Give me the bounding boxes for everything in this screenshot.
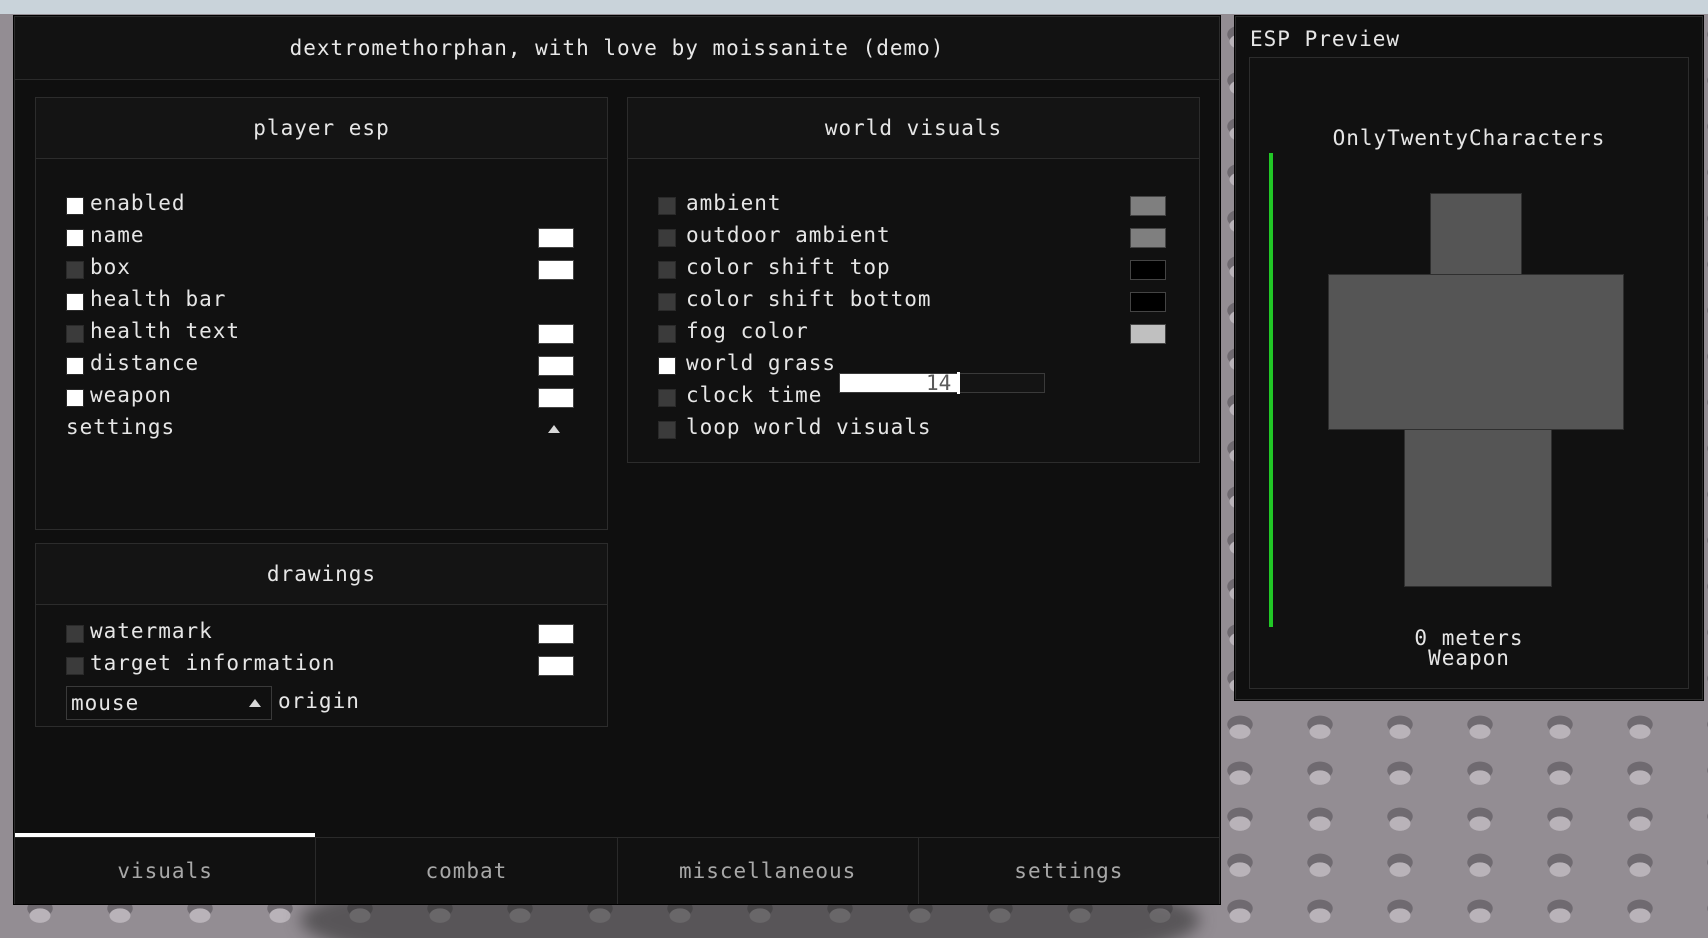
esp-preview-window[interactable]: ESP Preview OnlyTwentyCharacters 0 meter… <box>1235 16 1703 700</box>
target-information-color-swatch[interactable] <box>538 656 574 676</box>
watermark-checkbox[interactable] <box>66 625 84 643</box>
option-ambient[interactable]: ambient <box>628 190 1199 220</box>
option-label: box <box>90 255 131 279</box>
esp-preview-canvas: OnlyTwentyCharacters 0 meters Weapon <box>1249 57 1689 689</box>
esp-legs <box>1404 429 1552 587</box>
option-label: distance <box>90 351 200 375</box>
player-esp-panel: player esp enabled name box health bar h… <box>35 97 608 530</box>
origin-dropdown-value: mouse <box>71 691 140 715</box>
box-checkbox[interactable] <box>66 261 84 279</box>
clock-time-slider[interactable]: 14 <box>839 371 1045 395</box>
weapon-checkbox[interactable] <box>66 389 84 407</box>
tab-visuals[interactable]: visuals <box>15 833 317 904</box>
option-label: watermark <box>90 619 213 643</box>
sky <box>0 0 1708 14</box>
world-visuals-panel: world visuals ambient outdoor ambient co… <box>627 97 1200 463</box>
option-distance[interactable]: distance <box>36 350 607 380</box>
option-loop-world-visuals[interactable]: loop world visuals <box>628 414 1199 444</box>
option-name[interactable]: name <box>36 222 607 252</box>
option-fog-color[interactable]: fog color <box>628 318 1199 348</box>
tab-miscellaneous[interactable]: miscellaneous <box>618 838 919 904</box>
drawings-title: drawings <box>36 544 607 605</box>
option-label: ambient <box>686 191 782 215</box>
option-label: weapon <box>90 383 172 407</box>
name-checkbox[interactable] <box>66 229 84 247</box>
esp-health-bar <box>1269 153 1273 627</box>
name-color-swatch[interactable] <box>538 228 574 248</box>
tab-settings[interactable]: settings <box>919 838 1219 904</box>
option-label: color shift top <box>686 255 891 279</box>
option-label: health text <box>90 319 241 343</box>
option-health-text[interactable]: health text <box>36 318 607 348</box>
option-enabled[interactable]: enabled <box>36 190 607 220</box>
settings-label: settings <box>66 415 176 439</box>
esp-distance-text: 0 meters Weapon <box>1250 626 1688 670</box>
ambient-color-swatch[interactable] <box>1130 196 1166 216</box>
outdoor-ambient-checkbox[interactable] <box>658 229 676 247</box>
option-weapon[interactable]: weapon <box>36 382 607 412</box>
color-shift-top-color-swatch[interactable] <box>1130 260 1166 280</box>
option-label: health bar <box>90 287 227 311</box>
main-window[interactable]: dextromethorphan, with love by moissanit… <box>14 16 1220 904</box>
slider-handle[interactable] <box>957 372 960 394</box>
ambient-checkbox[interactable] <box>658 197 676 215</box>
fog-color-swatch[interactable] <box>1130 324 1166 344</box>
esp-head <box>1430 193 1522 275</box>
fog-color-checkbox[interactable] <box>658 325 676 343</box>
clock-time-checkbox[interactable] <box>658 389 676 407</box>
esp-torso <box>1328 274 1624 430</box>
option-box[interactable]: box <box>36 254 607 284</box>
box-color-swatch[interactable] <box>538 260 574 280</box>
target-information-checkbox[interactable] <box>66 657 84 675</box>
option-target-information[interactable]: target information <box>36 650 607 680</box>
settings-expander[interactable]: settings <box>36 414 607 444</box>
distance-checkbox[interactable] <box>66 357 84 375</box>
drawings-panel: drawings watermark target information mo… <box>35 543 608 727</box>
option-color-shift-top[interactable]: color shift top <box>628 254 1199 284</box>
option-label: outdoor ambient <box>686 223 891 247</box>
weapon-color-swatch[interactable] <box>538 388 574 408</box>
watermark-color-swatch[interactable] <box>538 624 574 644</box>
chevron-up-icon[interactable] <box>548 425 560 433</box>
esp-preview-title: ESP Preview <box>1250 27 1401 51</box>
option-color-shift-bottom[interactable]: color shift bottom <box>628 286 1199 316</box>
option-watermark[interactable]: watermark <box>36 618 607 648</box>
esp-weapon: Weapon <box>1428 646 1510 670</box>
option-label: loop world visuals <box>686 415 932 439</box>
health-bar-checkbox[interactable] <box>66 293 84 311</box>
color-shift-top-checkbox[interactable] <box>658 261 676 279</box>
window-title: dextromethorphan, with love by moissanit… <box>15 17 1219 80</box>
outdoor-ambient-color-swatch[interactable] <box>1130 228 1166 248</box>
loop-world-visuals-checkbox[interactable] <box>658 421 676 439</box>
option-label: fog color <box>686 319 809 343</box>
option-label: name <box>90 223 145 247</box>
world-grass-checkbox[interactable] <box>658 357 676 375</box>
player-esp-title: player esp <box>36 98 607 159</box>
option-label: clock time <box>686 383 823 407</box>
tab-bar: visuals combat miscellaneous settings <box>15 833 1219 904</box>
option-label: world grass <box>686 351 837 375</box>
esp-player-name: OnlyTwentyCharacters <box>1332 126 1606 150</box>
enabled-checkbox[interactable] <box>66 197 84 215</box>
clock-time-value: 14 <box>926 371 952 395</box>
option-label: enabled <box>90 191 186 215</box>
distance-color-swatch[interactable] <box>538 356 574 376</box>
tab-combat[interactable]: combat <box>316 838 618 904</box>
origin-label: origin <box>278 689 360 713</box>
color-shift-bottom-checkbox[interactable] <box>658 293 676 311</box>
health-text-checkbox[interactable] <box>66 325 84 343</box>
esp-distance: 0 meters <box>1414 626 1524 650</box>
chevron-up-icon <box>249 699 261 707</box>
color-shift-bottom-color-swatch[interactable] <box>1130 292 1166 312</box>
option-health-bar[interactable]: health bar <box>36 286 607 316</box>
origin-dropdown[interactable]: mouse <box>66 686 272 720</box>
world-visuals-title: world visuals <box>628 98 1199 159</box>
option-label: color shift bottom <box>686 287 932 311</box>
option-label: target information <box>90 651 336 675</box>
health-text-color-swatch[interactable] <box>538 324 574 344</box>
option-outdoor-ambient[interactable]: outdoor ambient <box>628 222 1199 252</box>
